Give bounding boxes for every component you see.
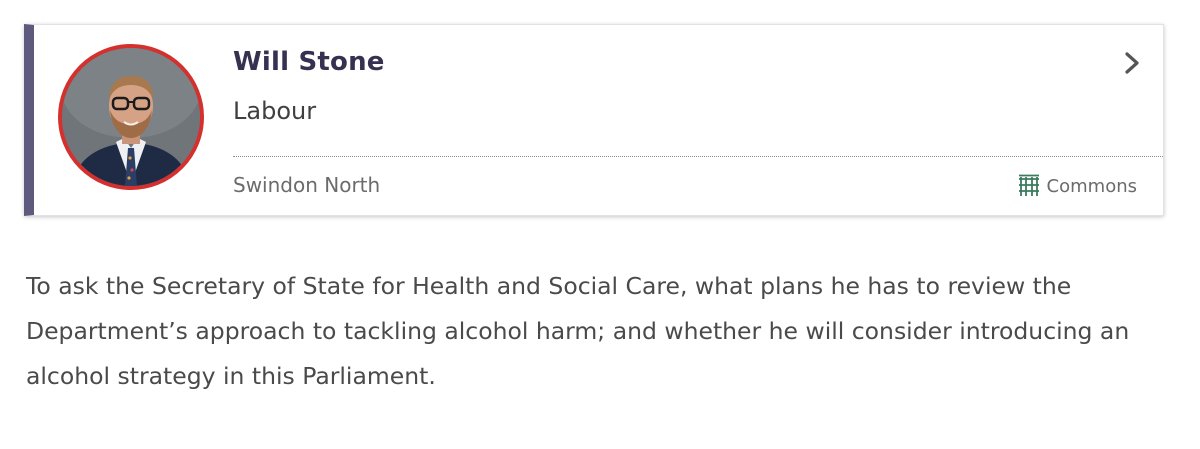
member-card[interactable]: Will Stone Labour Swindon North Commons	[24, 24, 1164, 216]
portcullis-icon	[1018, 174, 1039, 196]
house-label: Commons	[1046, 175, 1137, 197]
member-constituency: Swindon North	[233, 173, 381, 197]
house-badge: Commons	[1018, 173, 1137, 199]
card-divider	[233, 156, 1163, 157]
member-name[interactable]: Will Stone	[233, 47, 385, 77]
member-party: Labour	[233, 97, 317, 125]
avatar	[58, 44, 204, 190]
member-portrait-image	[62, 48, 200, 186]
chevron-right-icon[interactable]	[1121, 49, 1143, 77]
question-text: To ask the Secretary of State for Health…	[26, 272, 1130, 390]
